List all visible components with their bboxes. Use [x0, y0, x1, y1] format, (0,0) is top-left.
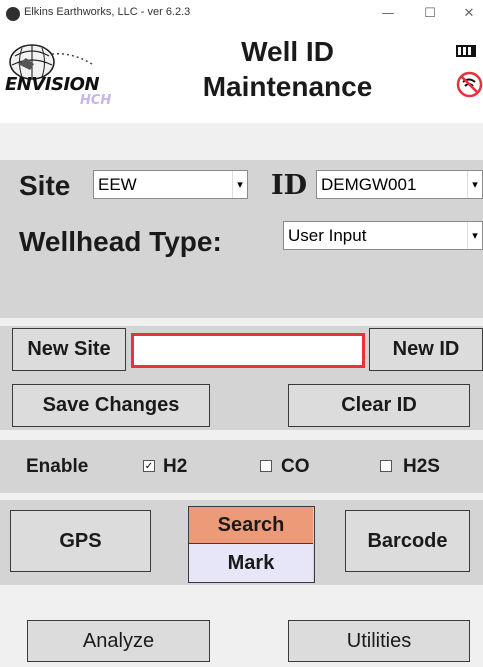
co-checkbox[interactable]	[260, 460, 272, 472]
site-select-value: EEW	[98, 175, 137, 194]
h2s-checkbox[interactable]	[380, 460, 392, 472]
logo-text: ENVISION	[5, 74, 100, 95]
h2-checkbox[interactable]: ✓	[143, 460, 155, 472]
new-id-button[interactable]: New ID	[369, 328, 483, 371]
maximize-icon[interactable]: ☐	[417, 3, 443, 25]
window-title-bar: Elkins Earthworks, LLC - ver 6.2.3 — ☐ ✕	[0, 0, 483, 28]
page-title-line1: Well ID	[241, 36, 334, 67]
analyze-button[interactable]: Analyze	[27, 620, 210, 662]
envision-logo: ENVISION HCH	[2, 40, 111, 116]
site-select[interactable]: EEW ▾	[93, 170, 248, 199]
close-icon[interactable]: ✕	[456, 3, 482, 25]
wellhead-type-value: User Input	[288, 226, 367, 245]
site-label: Site	[19, 170, 71, 201]
chevron-down-icon[interactable]: ▾	[467, 171, 482, 198]
search-mark-group: Search Mark	[188, 506, 315, 583]
id-select[interactable]: DEMGW001 ▾	[316, 170, 483, 199]
logo-subtext: HCH	[80, 93, 112, 108]
id-select-value: DEMGW001	[321, 175, 417, 194]
app-icon	[6, 7, 20, 21]
wellhead-type-label: Wellhead Type:	[19, 226, 222, 257]
co-checkbox-label: CO	[281, 456, 310, 477]
enable-label: Enable	[26, 456, 89, 477]
id-label: ID	[271, 170, 308, 201]
h2s-checkbox-label: H2S	[403, 456, 440, 477]
utilities-button[interactable]: Utilities	[288, 620, 470, 662]
chevron-down-icon[interactable]: ▾	[232, 171, 247, 198]
page-title-line2: Maintenance	[202, 71, 373, 102]
h2-checkbox-label: H2	[163, 456, 188, 477]
barcode-button[interactable]: Barcode	[345, 510, 470, 572]
chevron-down-icon[interactable]: ▾	[467, 222, 482, 249]
new-site-button[interactable]: New Site	[12, 328, 126, 371]
save-changes-button[interactable]: Save Changes	[12, 384, 210, 427]
new-site-input[interactable]	[131, 333, 365, 368]
search-button[interactable]: Search	[189, 507, 313, 544]
minimize-icon[interactable]: —	[375, 3, 401, 25]
no-signal-icon	[456, 71, 483, 98]
gps-button[interactable]: GPS	[10, 510, 151, 572]
mark-button[interactable]: Mark	[189, 544, 313, 582]
wellhead-type-select[interactable]: User Input ▾	[283, 221, 483, 250]
clear-id-button[interactable]: Clear ID	[288, 384, 470, 427]
window-title: Elkins Earthworks, LLC - ver 6.2.3	[24, 6, 191, 18]
battery-icon	[455, 43, 479, 59]
page-title: Well ID Maintenance	[150, 34, 425, 104]
